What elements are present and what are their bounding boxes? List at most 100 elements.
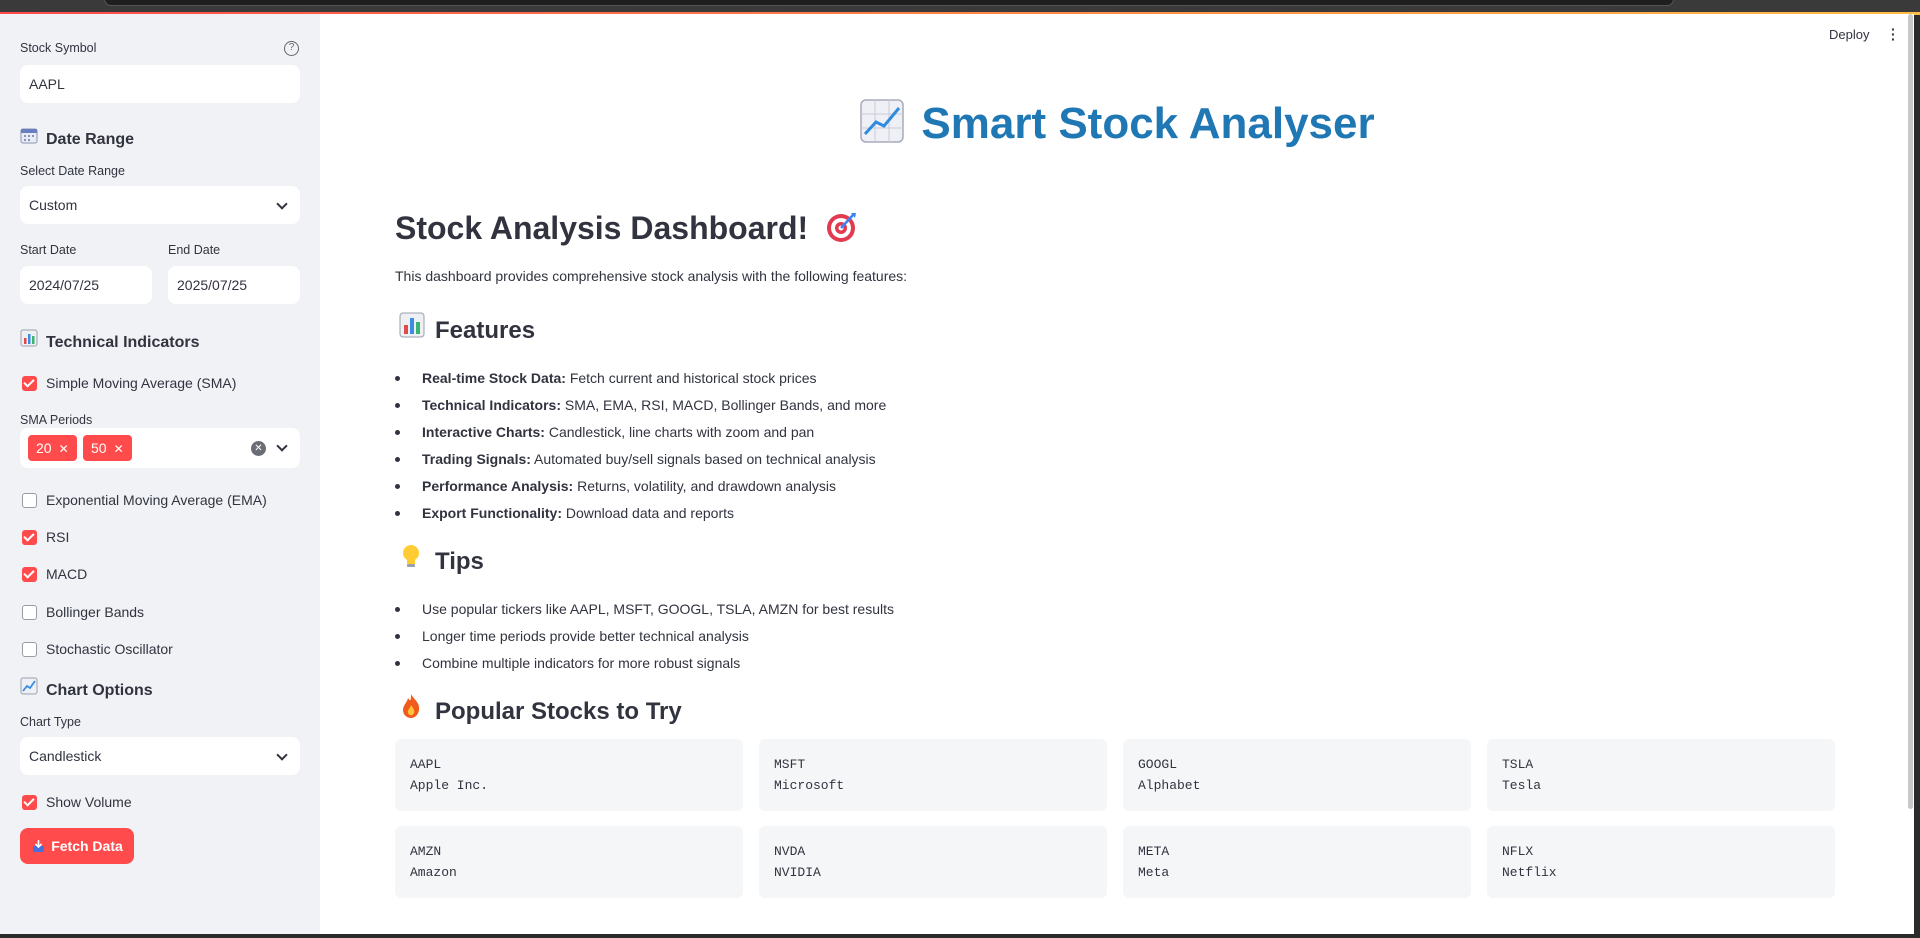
bullet xyxy=(395,511,400,516)
stock-name: NVIDIA xyxy=(774,865,821,880)
page-title-text: Smart Stock Analyser xyxy=(921,99,1375,148)
sma-period-tag-label: 50 xyxy=(91,440,107,456)
date-range-select[interactable]: Custom xyxy=(20,186,300,224)
feature-text: Returns, volatility, and drawdown analys… xyxy=(573,478,836,494)
stochastic-checkbox[interactable] xyxy=(22,642,37,657)
stock-card[interactable]: AMZN Amazon xyxy=(395,826,743,898)
main-menu-icon[interactable]: · · · xyxy=(1891,22,1896,46)
feature-text: Automated buy/sell signals based on tech… xyxy=(530,451,876,467)
show-volume-checkbox[interactable] xyxy=(22,795,37,810)
chevron-down-icon[interactable] xyxy=(276,440,288,452)
bullet xyxy=(395,403,400,408)
sma-periods-multiselect[interactable]: 20 ✕ 50 ✕ ✕ xyxy=(20,428,300,468)
inbox-tray-icon xyxy=(31,830,45,866)
macd-checkbox[interactable] xyxy=(22,567,37,582)
bullet xyxy=(395,430,400,435)
close-icon[interactable]: ✕ xyxy=(114,442,124,456)
features-heading-text: Features xyxy=(435,317,536,344)
technical-indicators-heading-text: Technical Indicators xyxy=(46,334,200,351)
tips-heading-text: Tips xyxy=(435,548,484,575)
bullet xyxy=(395,634,400,639)
start-date-label: Start Date xyxy=(20,243,77,257)
sma-checkbox[interactable] xyxy=(22,376,37,391)
chart-options-heading: Chart Options xyxy=(20,677,153,700)
feature-title: Export Functionality: xyxy=(422,505,562,521)
feature-title: Interactive Charts: xyxy=(422,424,545,440)
bollinger-checkbox[interactable] xyxy=(22,605,37,620)
stock-symbol-input[interactable]: AAPL xyxy=(20,65,300,103)
ema-checkbox[interactable] xyxy=(22,493,37,508)
stock-symbol: AMZN xyxy=(410,844,442,859)
dashboard-heading: Stock Analysis Dashboard! xyxy=(395,210,859,251)
chart-type-select-value: Candlestick xyxy=(29,748,102,764)
rsi-checkbox[interactable] xyxy=(22,530,37,545)
fetch-data-button[interactable]: Fetch Data xyxy=(20,828,134,864)
bullet xyxy=(395,376,400,381)
stock-card[interactable]: TSLA Tesla xyxy=(1487,739,1835,811)
feature-title: Real-time Stock Data: xyxy=(422,370,566,386)
feature-title: Technical Indicators: xyxy=(422,397,561,413)
sma-period-tag[interactable]: 50 ✕ xyxy=(83,435,132,461)
sma-period-tag[interactable]: 20 ✕ xyxy=(28,435,77,461)
clear-all-icon[interactable]: ✕ xyxy=(251,441,266,456)
stock-name: Microsoft xyxy=(774,778,845,793)
stock-symbol: TSLA xyxy=(1502,757,1534,772)
stock-name: Apple Inc. xyxy=(410,778,489,793)
chart-options-heading-text: Chart Options xyxy=(46,682,153,699)
direct-hit-icon xyxy=(825,211,859,251)
feature-text: Download data and reports xyxy=(562,505,734,521)
popular-stocks-heading: Popular Stocks to Try xyxy=(399,693,682,726)
stock-name: Meta xyxy=(1138,865,1170,880)
chart-increasing-icon xyxy=(20,677,40,700)
fire-icon xyxy=(399,693,425,726)
technical-indicators-heading: Technical Indicators xyxy=(20,329,200,352)
stock-symbol: GOOGL xyxy=(1138,757,1178,772)
bar-chart-icon xyxy=(20,329,40,352)
date-range-select-value: Custom xyxy=(29,197,78,213)
tip-text: Combine multiple indicators for more rob… xyxy=(422,655,741,671)
stock-card[interactable]: GOOGL Alphabet xyxy=(1123,739,1471,811)
bullet xyxy=(395,484,400,489)
stock-card[interactable]: META Meta xyxy=(1123,826,1471,898)
intro-text: This dashboard provides comprehensive st… xyxy=(395,268,908,284)
stock-name: Amazon xyxy=(410,865,457,880)
chevron-down-icon xyxy=(276,198,288,210)
sma-period-tag-label: 20 xyxy=(36,440,52,456)
app-window: Stock Symbol ? AAPL Date Range Select Da… xyxy=(0,14,1914,934)
stock-card[interactable]: AAPL Apple Inc. xyxy=(395,739,743,811)
chart-increasing-icon xyxy=(859,98,905,144)
deploy-button[interactable]: Deploy xyxy=(1829,27,1869,42)
help-icon[interactable]: ? xyxy=(284,41,299,56)
close-icon[interactable]: ✕ xyxy=(59,442,69,456)
end-date-label: End Date xyxy=(168,243,221,257)
feature-title: Performance Analysis: xyxy=(422,478,574,494)
browser-address-bar[interactable] xyxy=(104,0,1674,6)
stock-symbol: NFLX xyxy=(1502,844,1534,859)
end-date-input[interactable]: 2025/07/25 xyxy=(168,266,300,304)
stock-symbol: NVDA xyxy=(774,844,806,859)
select-date-range-label: Select Date Range xyxy=(20,164,125,178)
feature-text: SMA, EMA, RSI, MACD, Bollinger Bands, an… xyxy=(561,397,887,413)
start-date-input[interactable]: 2024/07/25 xyxy=(20,266,152,304)
chart-type-select[interactable]: Candlestick xyxy=(20,737,300,775)
show-volume-label: Show Volume xyxy=(46,794,132,810)
bullet xyxy=(395,661,400,666)
dashboard-heading-text: Stock Analysis Dashboard! xyxy=(395,210,809,246)
date-range-heading: Date Range xyxy=(20,126,134,149)
stock-card[interactable]: NVDA NVIDIA xyxy=(759,826,1107,898)
stock-name: Netflix xyxy=(1502,865,1557,880)
stochastic-label: Stochastic Oscillator xyxy=(46,641,173,657)
chevron-down-icon xyxy=(276,749,288,761)
bullet xyxy=(395,607,400,612)
sma-periods-label: SMA Periods xyxy=(20,413,93,427)
rsi-label: RSI xyxy=(46,529,70,545)
sidebar: Stock Symbol ? AAPL Date Range Select Da… xyxy=(0,14,320,934)
feature-text: Candlestick, line charts with zoom and p… xyxy=(544,424,815,440)
sma-label: Simple Moving Average (SMA) xyxy=(46,375,237,391)
macd-label: MACD xyxy=(46,566,88,582)
tip-text: Longer time periods provide better techn… xyxy=(422,628,749,644)
tip-text: Use popular tickers like AAPL, MSFT, GOO… xyxy=(422,601,895,617)
stock-card[interactable]: NFLX Netflix xyxy=(1487,826,1835,898)
stock-card[interactable]: MSFT Microsoft xyxy=(759,739,1107,811)
stock-symbol: AAPL xyxy=(410,757,442,772)
